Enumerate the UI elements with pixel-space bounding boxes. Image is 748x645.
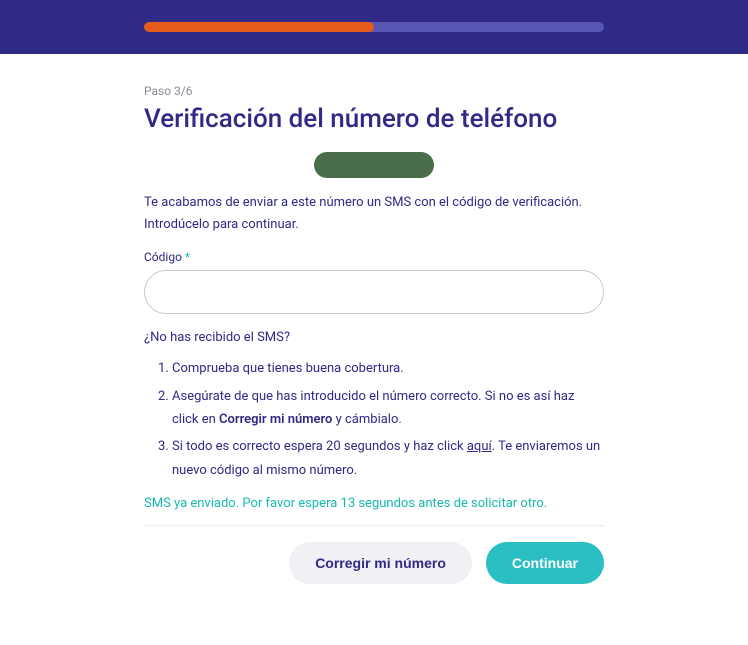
progress-header <box>0 0 748 54</box>
button-row: Corregir mi número Continuar <box>144 542 604 584</box>
help-item-3: Si todo es correcto espera 20 segundos y… <box>172 435 604 482</box>
continue-button[interactable]: Continuar <box>486 542 604 584</box>
code-label: Código * <box>144 250 604 264</box>
required-mark: * <box>185 250 190 264</box>
instructions-text: Te acabamos de enviar a este número un S… <box>144 192 604 236</box>
step-indicator: Paso 3/6 <box>144 84 604 98</box>
help-item-3-pre: Si todo es correcto espera 20 segundos y… <box>172 439 467 454</box>
progress-fill <box>144 22 374 32</box>
divider <box>144 525 604 526</box>
progress-bar <box>144 22 604 32</box>
help-list: Comprueba que tienes buena cobertura. As… <box>144 357 604 482</box>
help-item-2-post: y cámbialo. <box>332 412 401 427</box>
phone-number-redacted <box>314 152 434 178</box>
resend-link[interactable]: aquí <box>467 439 492 454</box>
status-message: SMS ya enviado. Por favor espera 13 segu… <box>144 496 604 511</box>
correct-number-button[interactable]: Corregir mi número <box>289 542 472 584</box>
help-item-2-bold: Corregir mi número <box>219 412 332 427</box>
help-item-2: Asegúrate de que has introducido el núme… <box>172 385 604 432</box>
main-content: Paso 3/6 Verificación del número de telé… <box>144 54 604 584</box>
page-title: Verificación del número de teléfono <box>144 104 604 134</box>
help-title: ¿No has recibido el SMS? <box>144 330 604 345</box>
code-label-text: Código <box>144 250 182 264</box>
help-item-1: Comprueba que tienes buena cobertura. <box>172 357 604 380</box>
code-input[interactable] <box>144 270 604 314</box>
